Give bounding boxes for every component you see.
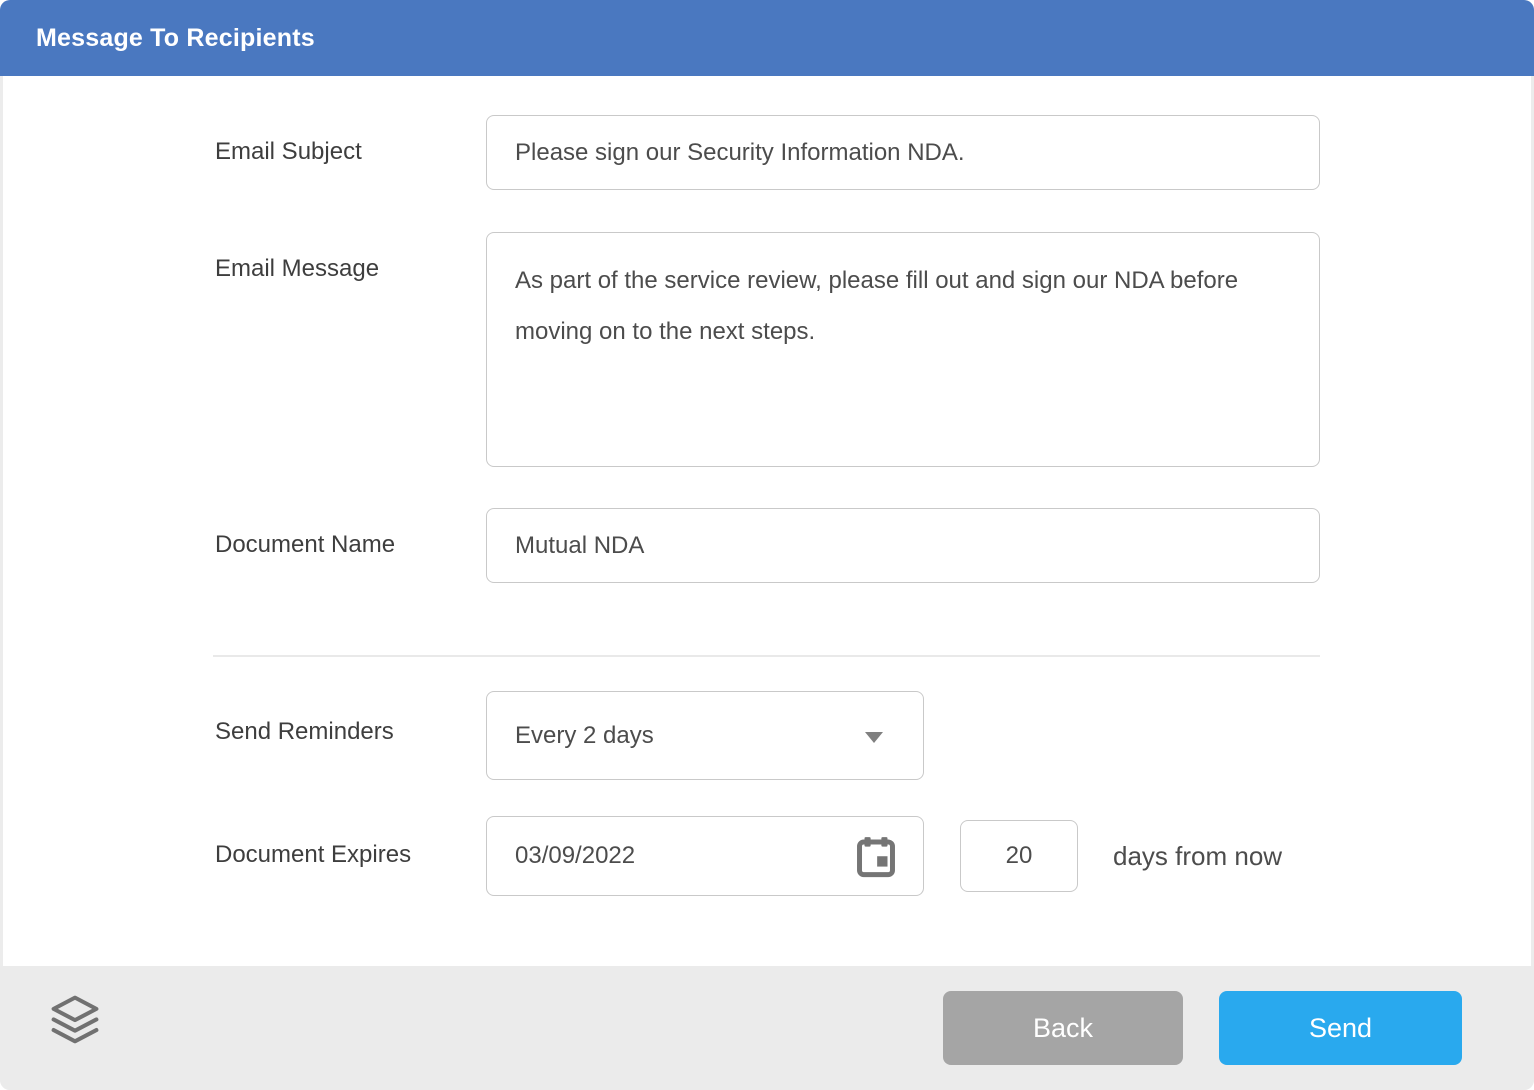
calendar-icon[interactable]: [853, 834, 899, 887]
email-subject-label: Email Subject: [215, 138, 362, 166]
chevron-down-icon: [865, 732, 883, 743]
send-button[interactable]: Send: [1219, 991, 1462, 1065]
document-name-input[interactable]: [486, 508, 1320, 583]
document-expires-date-input[interactable]: 03/09/2022: [486, 816, 924, 896]
send-reminders-label: Send Reminders: [215, 718, 394, 746]
expires-days-input[interactable]: [960, 820, 1078, 892]
layers-icon[interactable]: [48, 992, 102, 1046]
section-divider: [213, 655, 1320, 657]
email-message-textarea[interactable]: As part of the service review, please fi…: [486, 232, 1320, 467]
document-expires-label: Document Expires: [215, 841, 411, 869]
dialog-header: Message To Recipients: [0, 0, 1534, 76]
dialog-title: Message To Recipients: [36, 24, 315, 53]
back-button[interactable]: Back: [943, 991, 1183, 1065]
email-message-label: Email Message: [215, 255, 379, 283]
send-reminders-selected-value: Every 2 days: [515, 722, 654, 750]
email-subject-input[interactable]: [486, 115, 1320, 190]
dialog-body: Email Subject Email Message As part of t…: [3, 76, 1531, 966]
document-name-label: Document Name: [215, 531, 395, 559]
message-to-recipients-dialog: Message To Recipients Email Subject Emai…: [0, 0, 1534, 1090]
dialog-footer: Back Send: [0, 966, 1534, 1090]
date-value: 03/09/2022: [515, 842, 635, 870]
days-from-now-label: days from now: [1113, 841, 1282, 872]
send-reminders-select[interactable]: Every 2 days: [486, 691, 924, 780]
